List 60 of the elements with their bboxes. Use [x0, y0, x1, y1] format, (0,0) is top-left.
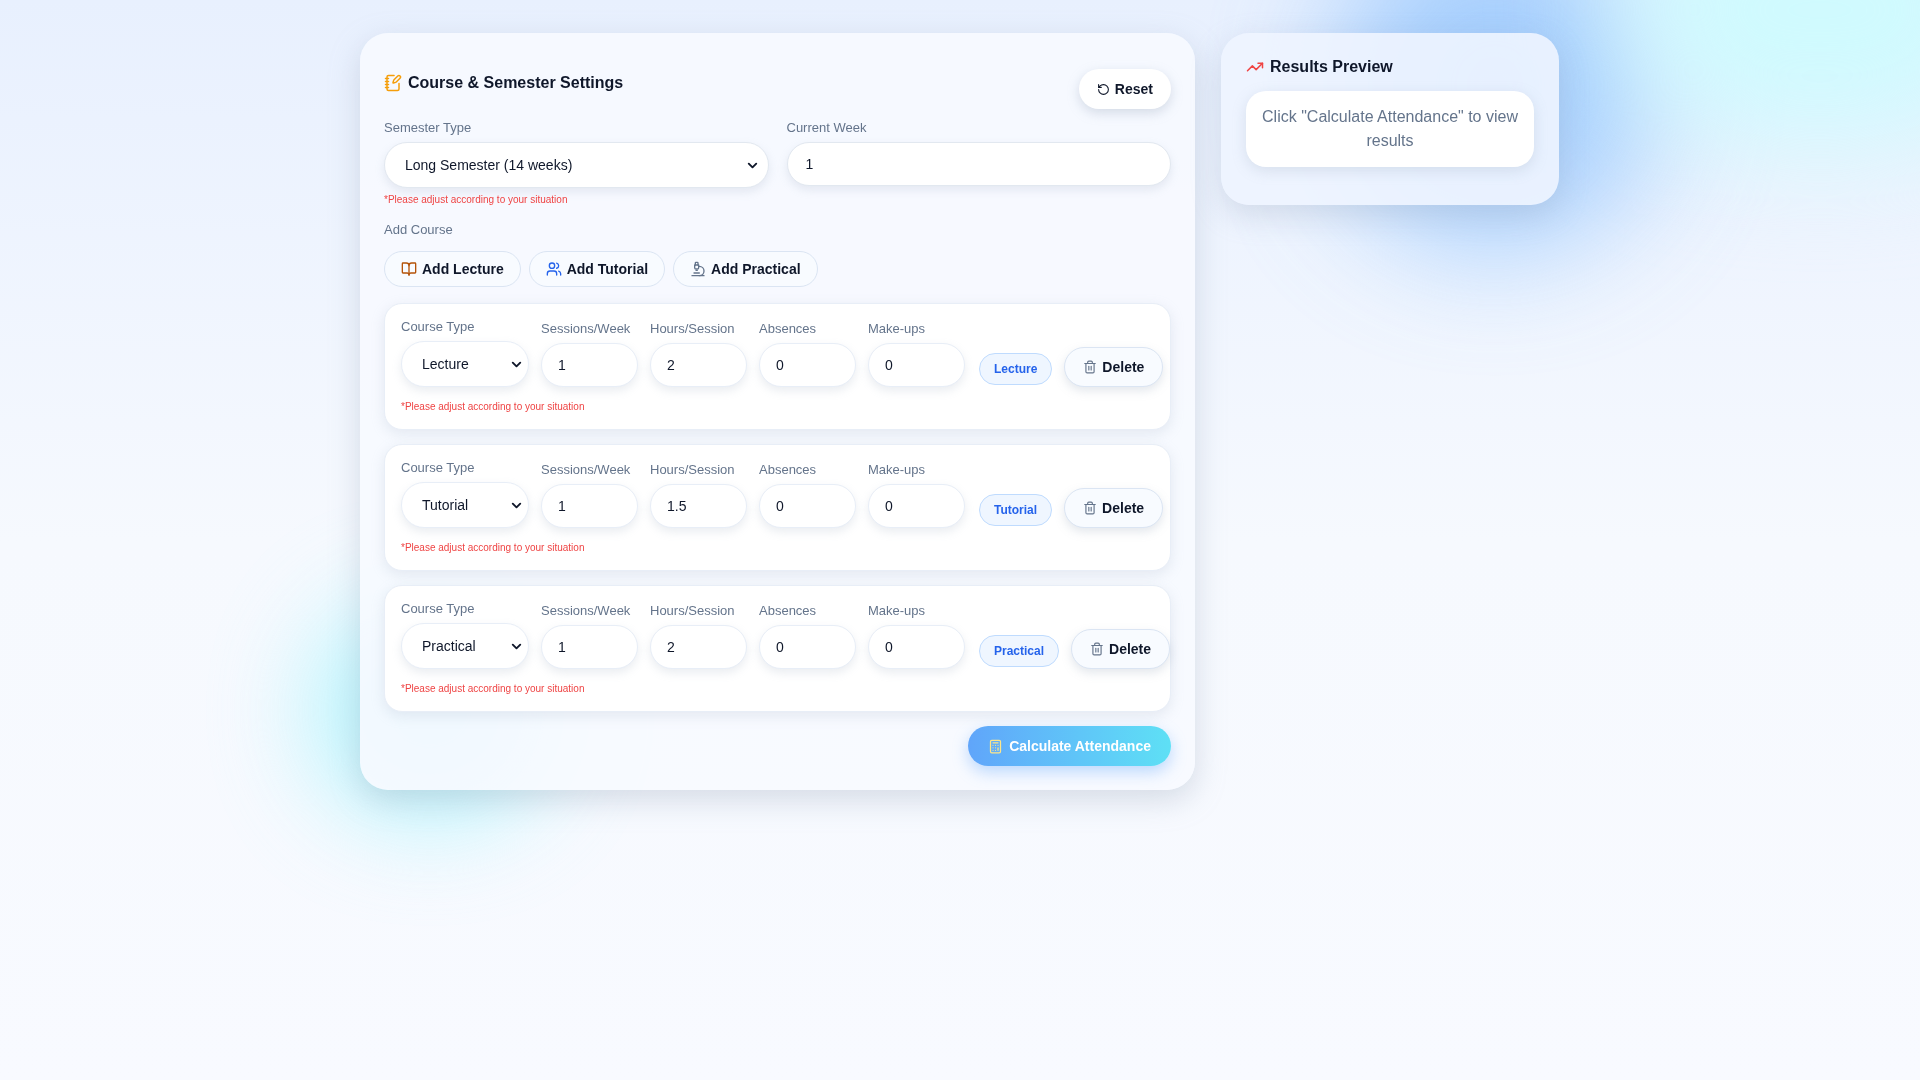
field-label: Course Type: [401, 320, 476, 333]
field-label: Make-ups: [868, 463, 927, 476]
delete-button[interactable]: Delete: [1064, 488, 1164, 528]
field-label: Make-ups: [868, 604, 927, 617]
field-label: Course Type: [401, 602, 476, 615]
hint-text: *Please adjust according to your situation: [401, 401, 585, 412]
add-course-button[interactable]: Add Practical: [673, 251, 818, 287]
number-input[interactable]: 1: [541, 625, 638, 669]
field-label: Semester Type: [384, 121, 473, 134]
add-course-button[interactable]: Add Lecture: [384, 251, 521, 287]
hint-text: *Please adjust according to your situation: [401, 683, 585, 694]
number-input[interactable]: 1: [541, 484, 638, 528]
hint-text: *Please adjust according to your situation: [384, 193, 569, 207]
number-input[interactable]: 0: [759, 625, 856, 669]
number-input[interactable]: 0: [759, 484, 856, 528]
trash-icon: [1083, 360, 1098, 374]
people-icon: [545, 261, 562, 277]
hint-text: *Please adjust according to your situation: [401, 542, 585, 553]
trash-icon: [1083, 501, 1098, 515]
course-type-select[interactable]: Lecture: [401, 341, 529, 387]
field-label: Add Course: [384, 222, 453, 237]
calculator-icon: [988, 738, 1004, 754]
field-label: Hours/Session: [650, 604, 736, 617]
number-input[interactable]: 0: [868, 484, 965, 528]
trash-icon: [1090, 642, 1105, 656]
notepad-pencil-icon: [384, 74, 402, 92]
number-input[interactable]: 0: [759, 343, 856, 387]
course-type-select[interactable]: Tutorial: [401, 482, 529, 528]
section-title: Course & Semester Settings: [408, 73, 624, 93]
number-input[interactable]: 0: [868, 625, 965, 669]
course-type-badge: Lecture: [979, 353, 1053, 385]
field-label: Current Week: [786, 121, 868, 134]
number-input[interactable]: 0: [868, 343, 965, 387]
reset-icon: [1096, 82, 1110, 96]
field-label: Hours/Session: [650, 463, 736, 476]
number-input[interactable]: 1: [541, 343, 638, 387]
reset-button[interactable]: Reset: [1078, 69, 1171, 109]
delete-button[interactable]: Delete: [1071, 629, 1171, 669]
field-label: Hours/Session: [650, 322, 736, 335]
results-message: Click "Calculate Attendance" to view results: [1262, 108, 1518, 149]
add-course-button[interactable]: Add Tutorial: [528, 251, 666, 287]
field-label: Absences: [759, 463, 818, 476]
course-type-badge: Tutorial: [979, 494, 1053, 526]
number-input[interactable]: 2: [650, 343, 747, 387]
course-type-badge: Practical: [979, 635, 1060, 667]
field-label: Sessions/Week: [541, 604, 632, 617]
field-label: Absences: [759, 322, 818, 335]
number-input[interactable]: 2: [650, 625, 747, 669]
section-title: Results Preview: [1270, 57, 1393, 77]
semester-type-select[interactable]: Long Semester (14 weeks): [384, 142, 769, 188]
field-label: Sessions/Week: [541, 463, 632, 476]
field-label: Course Type: [401, 461, 476, 474]
course-type-select[interactable]: Practical: [401, 623, 529, 669]
current-week-input[interactable]: 1: [786, 142, 1171, 186]
field-label: Sessions/Week: [541, 322, 632, 335]
delete-button[interactable]: Delete: [1064, 347, 1164, 387]
field-label: Make-ups: [868, 322, 927, 335]
microscope-icon: [690, 261, 707, 277]
number-input[interactable]: 1.5: [650, 484, 747, 528]
field-label: Absences: [759, 604, 818, 617]
